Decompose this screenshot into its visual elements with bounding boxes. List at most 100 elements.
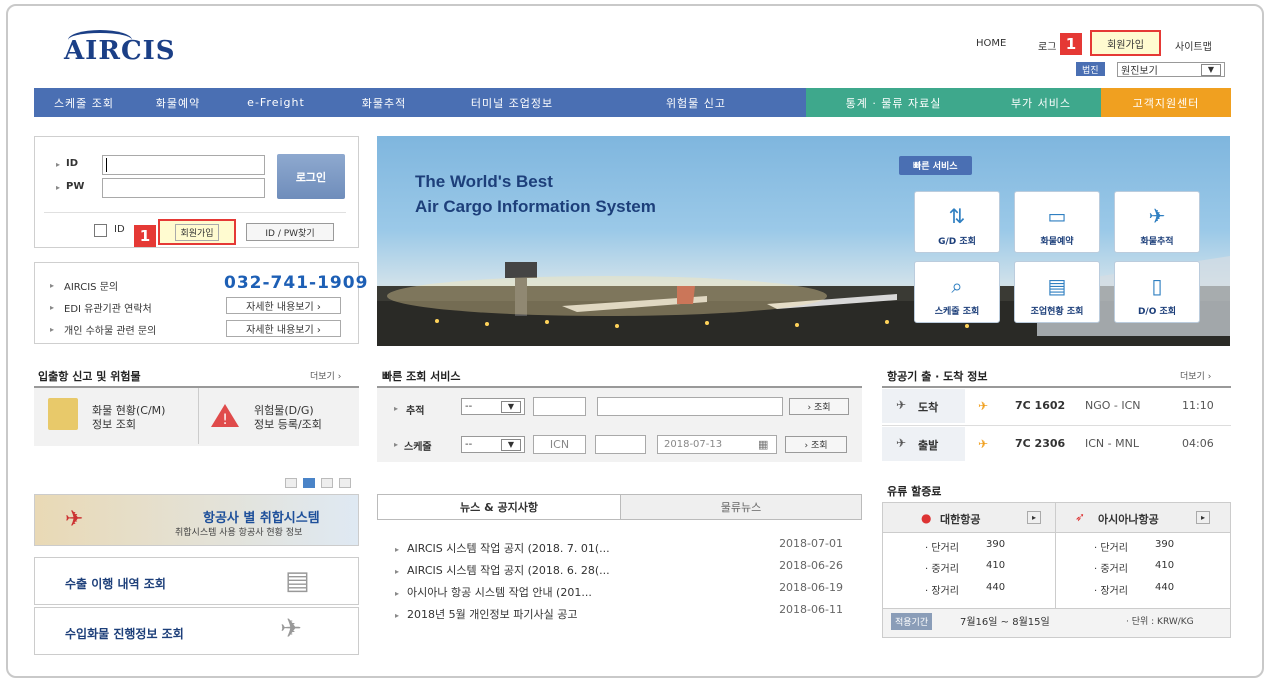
arrival-flight-number: 7C 1602 — [1015, 399, 1066, 412]
news-title[interactable]: 2018년 5월 개인정보 파기사실 공고 — [407, 608, 577, 621]
schedule-search-button[interactable]: › 조회 — [785, 436, 847, 453]
schedule-type-select[interactable]: -- ▼ — [461, 436, 525, 453]
password-input[interactable] — [102, 178, 265, 198]
fuel-row-label: · 장거리 — [1094, 586, 1128, 597]
nav-efreight[interactable]: e-Freight — [222, 88, 330, 117]
list-item[interactable]: ▸ AIRCIS 시스템 작업 공지 (2018. 6. 28(... 2018-0… — [395, 559, 855, 581]
fuel-row-label: · 단거리 — [1094, 543, 1128, 554]
divider — [198, 388, 199, 444]
departure-route: ICN - MNL — [1085, 437, 1139, 450]
hero-title-line1: The World's Best — [415, 172, 553, 191]
select-value: -- — [465, 439, 473, 450]
nav-extra-services[interactable]: 부가 서비스 — [981, 88, 1101, 117]
divider — [1055, 503, 1056, 609]
aircis-logo[interactable]: AIRCIS — [64, 30, 176, 66]
import-export-more-link[interactable]: 더보기 › — [310, 369, 341, 382]
bullet: ▸ — [394, 440, 399, 449]
step-badge: 1 — [1060, 33, 1082, 55]
flight-info-title: 항공기 출 · 도착 정보 — [887, 370, 988, 383]
tab-news-notice[interactable]: 뉴스 & 공지사항 — [378, 495, 621, 519]
main-nav: 스케줄 조회 화물예약 e-Freight 화물추적 터미널 조업정보 위험물 … — [34, 88, 1231, 117]
awb-prefix-input[interactable] — [533, 397, 586, 416]
tracking-plane-icon: ✈ — [1148, 204, 1166, 228]
edi-detail-button[interactable]: 자세한 내용보기 › — [226, 297, 341, 314]
login-link[interactable]: 로그 — [1038, 38, 1056, 53]
list-item[interactable]: ▸ 아시아나 항공 시스템 작업 안내 (201... 2018-06-19 — [395, 581, 855, 603]
cm-label-line2[interactable]: 정보 조회 — [92, 416, 136, 432]
chevron-down-icon: ▼ — [501, 400, 521, 413]
track-type-select[interactable]: -- ▼ — [461, 398, 525, 415]
sitemap-link[interactable]: 사이트맵 — [1175, 38, 1212, 53]
save-id-checkbox[interactable] — [94, 224, 107, 237]
pager-dot[interactable] — [339, 478, 351, 488]
bullet: ▸ — [395, 589, 400, 598]
fuel-korean-value: 440 — [986, 582, 1006, 593]
tab-logistics-news[interactable]: 물류뉴스 — [621, 495, 861, 519]
arrival-tab[interactable]: ✈ 도착 — [882, 389, 965, 423]
nav-tracking[interactable]: 화물추적 — [330, 88, 438, 117]
do-service-button[interactable]: ▯ D/O 조회 — [1114, 261, 1200, 323]
divider — [44, 212, 346, 213]
operation-service-button[interactable]: ▤ 조업현황 조회 — [1014, 261, 1100, 323]
departure-tab[interactable]: ✈ 출발 — [882, 427, 965, 461]
flight-more-link[interactable]: 더보기 › — [1180, 369, 1211, 382]
quick-service-label: 빠른 서비스 — [899, 156, 972, 175]
fuel-row-label: · 단거리 — [925, 543, 959, 554]
nav-customer-support[interactable]: 고객지원센터 — [1101, 88, 1231, 117]
destination-input[interactable] — [595, 435, 646, 454]
nav-schedule[interactable]: 스케줄 조회 — [34, 88, 134, 117]
operation-status-icon: ▤ — [1047, 274, 1067, 298]
signup-button-login[interactable]: 회원가입 — [158, 219, 236, 245]
fuel-header — [883, 503, 1230, 533]
warning-icon: ! — [211, 404, 239, 428]
list-item[interactable]: ▸ 2018년 5월 개인정보 파기사실 공고 2018-06-11 — [395, 603, 855, 625]
schedule-service-button[interactable]: ⌕ 스케줄 조회 — [914, 261, 1000, 323]
baggage-inquiry-label: 개인 수하물 관련 문의 — [64, 326, 157, 337]
nav-booking[interactable]: 화물예약 — [134, 88, 222, 117]
news-title[interactable]: 아시아나 항공 시스템 작업 안내 (201... — [407, 586, 592, 599]
news-title[interactable]: AIRCIS 시스템 작업 공지 (2018. 7. 01(... — [407, 542, 610, 555]
nav-statistics[interactable]: 통계 · 물류 자료실 — [806, 88, 981, 117]
import-progress-banner[interactable]: 수입화물 진행정보 조회 ✈ — [34, 607, 359, 655]
pager-dot[interactable] — [285, 478, 297, 488]
calendar-icon[interactable]: ▦ — [758, 438, 768, 451]
fuel-row-label: · 중거리 — [1094, 564, 1128, 575]
korean-air-more-icon[interactable]: ▸ — [1027, 511, 1041, 524]
find-id-pw-button[interactable]: ID / PW찾기 — [246, 223, 334, 241]
pager-dot-active[interactable] — [303, 478, 315, 488]
airport-scene-illustration — [377, 256, 1230, 346]
chevron-down-icon: ▼ — [501, 438, 521, 451]
baggage-detail-button[interactable]: 자세한 내용보기 › — [226, 320, 341, 337]
news-title[interactable]: AIRCIS 시스템 작업 공지 (2018. 6. 28(... — [407, 564, 610, 577]
asiana-label: 아시아나항공 — [1098, 513, 1159, 526]
home-link[interactable]: HOME — [976, 38, 1006, 49]
id-input[interactable] — [102, 155, 265, 175]
nav-dangerous-goods[interactable]: 위험물 신고 — [586, 88, 806, 117]
track-search-button[interactable]: › 조회 — [789, 398, 849, 415]
signup-link-top[interactable]: 회원가입 — [1090, 30, 1161, 56]
awb-number-input[interactable] — [597, 397, 783, 416]
signup-label: 회원가입 — [175, 223, 219, 241]
bullet: ▸ — [395, 567, 400, 576]
aircis-inquiry-label: AIRCIS 문의 — [64, 282, 119, 293]
booking-service-button[interactable]: ▭ 화물예약 — [1014, 191, 1100, 253]
dg-label-line2[interactable]: 정보 등록/조회 — [254, 416, 322, 432]
airline-banner-title: 항공사 별 취합시스템 — [203, 511, 320, 526]
tracking-service-button[interactable]: ✈ 화물추적 — [1114, 191, 1200, 253]
list-item[interactable]: ▸ AIRCIS 시스템 작업 공지 (2018. 7. 01(... 2018-0… — [395, 537, 855, 559]
airline-system-banner[interactable]: ✈ 항공사 별 취합시스템 취합시스템 사용 항공사 현황 정보 — [34, 494, 359, 546]
language-select[interactable]: 원진보기 ▼ — [1117, 62, 1225, 77]
bullet: ▸ — [50, 325, 55, 334]
import-export-title: 입출항 신고 및 위험물 — [38, 370, 141, 383]
gd-search-button[interactable]: ⇅ G/D 조회 — [914, 191, 1000, 253]
origin-input[interactable]: ICN — [533, 435, 586, 454]
asiana-more-icon[interactable]: ▸ — [1196, 511, 1210, 524]
nav-terminal[interactable]: 터미널 조업정보 — [438, 88, 586, 117]
service-label: D/O 조회 — [1137, 307, 1177, 317]
arrival-route: NGO - ICN — [1085, 399, 1141, 412]
korean-air-label: 대한항공 — [940, 513, 981, 526]
pager-dot[interactable] — [321, 478, 333, 488]
login-button[interactable]: 로그인 — [277, 154, 345, 199]
export-history-banner[interactable]: 수출 이행 내역 조회 ▤ — [34, 557, 359, 605]
arrival-plane-icon: ✈ — [896, 398, 907, 412]
